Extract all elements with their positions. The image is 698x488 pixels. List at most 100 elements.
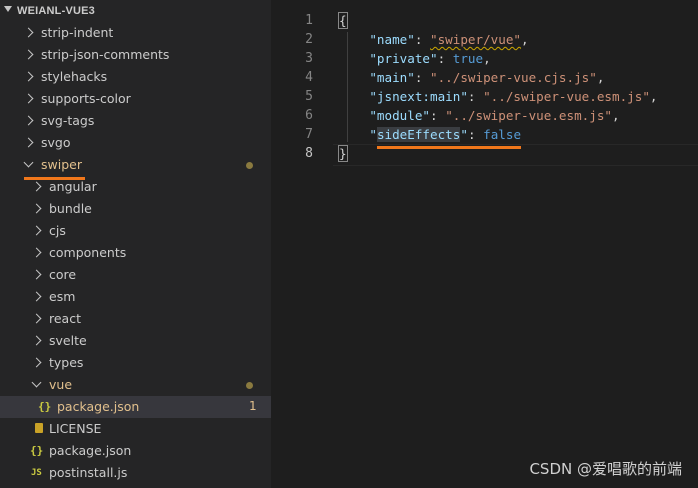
json-string: "../swiper-vue.esm.js" [445,108,612,123]
code-line-1: { [338,12,348,29]
tree-item-svg-tags[interactable]: svg-tags [0,110,271,132]
json-key: "private" [369,51,438,66]
json-file-icon: {} [38,400,52,413]
tree-item-label: stylehacks [41,69,108,84]
chevron-right-icon [23,93,34,104]
tree-item-label: react [49,311,81,326]
tree-item-label: angular [49,179,97,194]
tree-item-label: supports-color [41,91,131,106]
tree-item-vue-package-json[interactable]: {} package.json 1 [0,396,271,418]
line-number: 1 [305,13,313,28]
code-line-8: } [338,145,348,162]
matching-brace: { [338,12,348,29]
explorer-header[interactable]: WEIANL-VUE3 [0,0,271,24]
json-string: "../swiper-vue.cjs.js" [430,70,597,85]
line-number: 3 [305,51,313,66]
explorer-sidebar: WEIANL-VUE3 strip-indent strip-json-comm… [0,0,271,488]
tree-item-strip-indent[interactable]: strip-indent [0,22,271,44]
watermark: CSDN @爱唱歌的前端 [529,460,682,478]
chevron-right-icon [31,181,42,192]
json-string: "swiper/vue" [430,32,522,47]
tree-item-cjs[interactable]: cjs [0,220,271,242]
tree-item-label: svelte [49,333,87,348]
chevron-right-icon [23,49,34,60]
json-key: "main" [369,70,415,85]
chevron-right-icon [23,71,34,82]
json-key: "jsnext:main" [369,89,468,104]
tree-item-postinstall-js[interactable]: JS postinstall.js [0,462,271,484]
tree-item-label: LICENSE [49,421,102,436]
json-quote: " [369,127,377,142]
chevron-right-icon [31,335,42,346]
tree-item-license[interactable]: LICENSE [0,418,271,440]
tree-item-label: types [49,355,84,370]
chevron-right-icon [31,291,42,302]
tree-item-types[interactable]: types [0,352,271,374]
tree-item-svgo[interactable]: svgo [0,132,271,154]
tree-item-stylehacks[interactable]: stylehacks [0,66,271,88]
tree-item-components[interactable]: components [0,242,271,264]
chevron-right-icon [31,269,42,280]
json-key: "module" [369,108,431,123]
line-number: 6 [305,108,313,123]
chevron-down-icon [31,377,42,388]
json-boolean: true [452,51,484,66]
tree-item-svelte[interactable]: svelte [0,330,271,352]
modified-dot [246,162,253,169]
problem-count-badge: 1 [249,399,257,413]
chevron-down-icon[interactable] [4,6,12,12]
code-line-3: "private": true, [369,51,491,66]
annotation-underline-swiper [24,177,85,180]
indent-guide [347,32,348,142]
tree-item-vue[interactable]: vue [0,374,271,396]
chevron-right-icon [31,357,42,368]
tree-item-label: svg-tags [41,113,95,128]
line-number: 5 [305,89,313,104]
line-number: 7 [305,127,313,142]
license-file-icon [35,423,43,433]
chevron-down-icon [23,157,34,168]
tree-item-supports-color[interactable]: supports-color [0,88,271,110]
json-key-highlighted: sideEffects [376,127,461,142]
tree-item-bundle[interactable]: bundle [0,198,271,220]
chevron-right-icon [23,115,34,126]
code-line-4: "main": "../swiper-vue.cjs.js", [369,70,605,85]
line-number: 2 [305,32,313,47]
tree-item-package-json[interactable]: {} package.json [0,440,271,462]
tree-item-label: strip-json-comments [41,47,170,62]
workspace-title: WEIANL-VUE3 [17,5,95,17]
annotation-underline-sideeffects [377,146,521,149]
tree-item-label: strip-indent [41,25,114,40]
modified-dot [246,382,253,389]
json-boolean: false [483,127,522,142]
tree-item-swiper[interactable]: swiper [0,154,271,176]
tree-item-label: bundle [49,201,92,216]
json-key: "name" [369,32,415,47]
line-number: 4 [305,70,313,85]
js-file-icon: JS [31,468,42,478]
tree-item-core[interactable]: core [0,264,271,286]
json-string: "../swiper-vue.esm.js" [483,89,650,104]
chevron-right-icon [23,137,34,148]
tree-item-label: core [49,267,77,282]
json-quote: " [460,127,468,142]
tree-item-strip-json-comments[interactable]: strip-json-comments [0,44,271,66]
tree-item-label: package.json [49,443,132,458]
code-line-5: "jsnext:main": "../swiper-vue.esm.js", [369,89,658,104]
code-line-6: "module": "../swiper-vue.esm.js", [369,108,620,123]
tree-item-label: package.json [57,399,140,414]
code-line-7: "sideEffects": false [369,127,522,142]
chevron-right-icon [31,313,42,324]
chevron-right-icon [31,247,42,258]
tree-item-label: vue [49,377,73,392]
code-line-2: "name": "swiper/vue", [369,32,529,47]
tree-item-esm[interactable]: esm [0,286,271,308]
tree-item-label: cjs [49,223,66,238]
matching-brace: } [338,145,348,162]
json-file-icon: {} [30,444,44,457]
tree-item-label: esm [49,289,76,304]
chevron-right-icon [31,225,42,236]
code-editor[interactable]: 1 2 3 4 5 6 7 8 { "name": "swiper/vue", … [271,0,698,488]
tree-item-label: swiper [41,157,82,172]
tree-item-react[interactable]: react [0,308,271,330]
